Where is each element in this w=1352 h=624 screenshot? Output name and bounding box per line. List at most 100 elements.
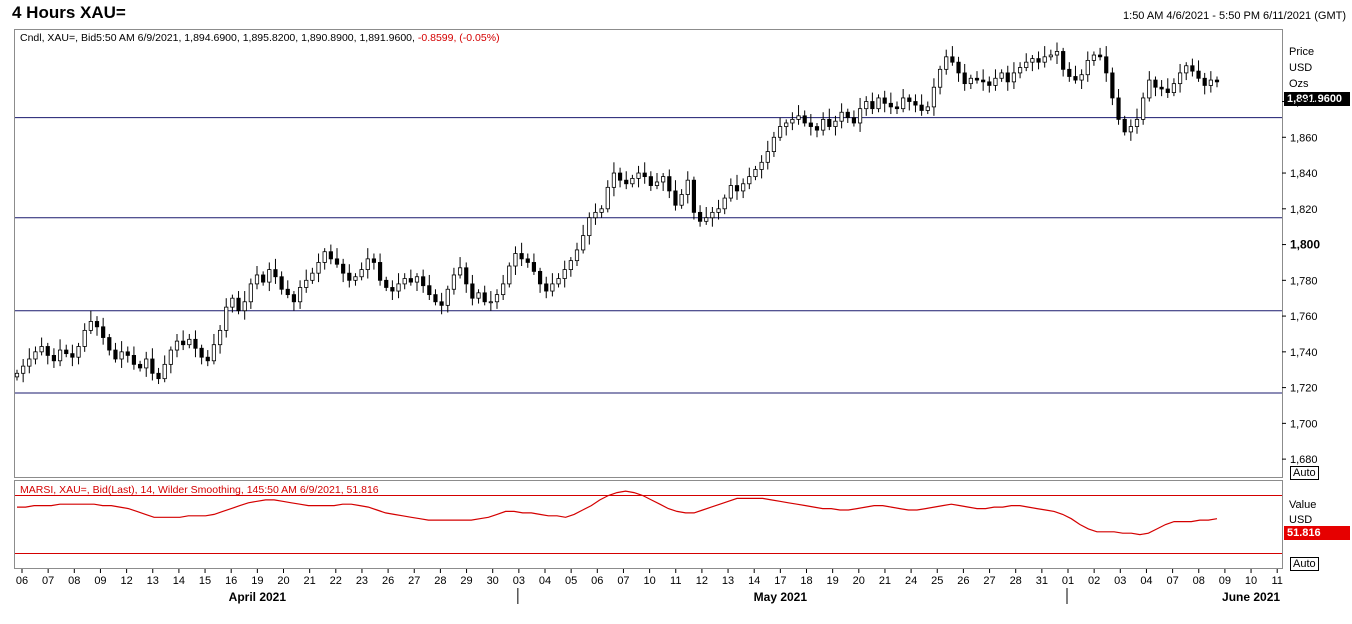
candle-body xyxy=(457,267,463,276)
x-axis-day-label: 20 xyxy=(853,575,865,587)
candle-body xyxy=(802,115,807,124)
candle-body xyxy=(1171,83,1177,93)
candle-body xyxy=(1128,126,1133,133)
x-axis-day-label: 01 xyxy=(1062,575,1074,587)
candle-body xyxy=(1190,65,1195,72)
candle-body xyxy=(168,349,173,365)
price-axis-tick-label: 1,780 xyxy=(1290,275,1318,287)
candle-body xyxy=(82,329,87,347)
candle-body xyxy=(328,251,333,260)
x-axis-day-label: 25 xyxy=(931,575,943,587)
candle-body xyxy=(870,101,875,110)
x-axis-day-label: 08 xyxy=(68,575,80,587)
candle-body xyxy=(1011,72,1017,83)
candle-body xyxy=(907,97,912,102)
candle-body xyxy=(845,111,850,119)
candle-body xyxy=(476,292,481,299)
x-axis-day-label: 17 xyxy=(774,575,786,587)
candle-body xyxy=(1036,58,1041,63)
x-axis-day-label: 13 xyxy=(147,575,159,587)
candle-body xyxy=(913,101,918,106)
candle-body xyxy=(421,276,426,287)
candle-body xyxy=(353,276,358,281)
candle-body xyxy=(451,274,457,290)
candle-body xyxy=(144,358,149,369)
candle-body xyxy=(371,258,377,263)
candle-body xyxy=(1005,72,1010,83)
price-axis-tick-label: 1,760 xyxy=(1290,311,1318,323)
candle-body xyxy=(556,278,561,285)
candle-body xyxy=(285,288,290,296)
candle-body xyxy=(1177,72,1183,85)
candle-body xyxy=(728,185,733,199)
price-axis-tick-label: 1,880 xyxy=(1290,97,1318,109)
candle-body xyxy=(39,346,44,353)
candle-body xyxy=(925,106,930,111)
candle-body xyxy=(1048,54,1053,58)
candle-body xyxy=(359,269,364,278)
candle-body xyxy=(808,122,813,127)
candle-body xyxy=(1110,72,1115,99)
candle-body xyxy=(790,119,795,124)
x-axis-day-label: 27 xyxy=(408,575,420,587)
candle-body xyxy=(544,283,549,292)
candle-body xyxy=(322,251,327,263)
candle-body xyxy=(827,119,832,127)
candle-body xyxy=(1097,54,1103,58)
x-axis-day-label: 04 xyxy=(1140,575,1152,587)
candle-body xyxy=(279,276,284,290)
candle-body xyxy=(981,79,986,83)
candle-body xyxy=(821,119,826,131)
candle-body xyxy=(864,101,869,110)
candle-body xyxy=(605,186,610,210)
candle-body xyxy=(433,294,438,303)
candle-body xyxy=(205,356,210,362)
candle-body xyxy=(513,253,518,267)
candle-body xyxy=(439,301,444,306)
candle-body xyxy=(624,179,629,185)
x-axis-day-label: 16 xyxy=(225,575,237,587)
candle-body xyxy=(310,272,315,281)
x-axis-month-label: April 2021 xyxy=(229,590,287,604)
candle-body xyxy=(131,355,137,365)
candle-body xyxy=(1061,51,1066,70)
candle-body xyxy=(550,283,555,292)
candle-body xyxy=(1085,59,1090,76)
candle-body xyxy=(347,272,352,281)
x-axis-day-label: 10 xyxy=(643,575,655,587)
candle-body xyxy=(814,126,820,131)
candle-body xyxy=(199,347,204,358)
price-axis-tick-label: 1,800 xyxy=(1290,238,1320,252)
candle-body xyxy=(741,183,746,192)
x-axis-day-label: 26 xyxy=(382,575,394,587)
candle-body xyxy=(341,263,346,274)
candle-body xyxy=(685,179,690,195)
candle-body xyxy=(390,287,395,292)
candle-body xyxy=(642,172,647,178)
candle-body xyxy=(882,97,887,104)
candle-body xyxy=(581,235,586,251)
candle-body xyxy=(931,86,937,108)
candle-body xyxy=(88,321,93,331)
candle-body xyxy=(384,279,389,288)
candle-body xyxy=(1030,58,1035,63)
candle-body xyxy=(107,337,112,351)
candle-body xyxy=(70,353,75,358)
candle-body xyxy=(248,283,253,303)
candle-body xyxy=(857,108,863,124)
candle-body xyxy=(765,151,770,163)
x-axis-day-label: 15 xyxy=(199,575,211,587)
candle-body xyxy=(1091,54,1097,61)
candle-body xyxy=(876,97,881,110)
x-axis-day-label: 11 xyxy=(1271,575,1282,587)
candle-body xyxy=(593,211,598,219)
chart-canvas[interactable]: 1,680 1,700 1,720 1,740 1,760 1,780 1,800 1,820… xyxy=(0,0,1352,624)
candle-body xyxy=(64,349,69,355)
x-axis-day-label: 14 xyxy=(173,575,185,587)
candle-body xyxy=(507,265,512,285)
candle-body xyxy=(919,104,924,111)
x-axis-day-label: 23 xyxy=(356,575,368,587)
candle-body xyxy=(630,178,635,185)
candle-body xyxy=(1067,68,1072,77)
candle-body xyxy=(427,285,432,296)
